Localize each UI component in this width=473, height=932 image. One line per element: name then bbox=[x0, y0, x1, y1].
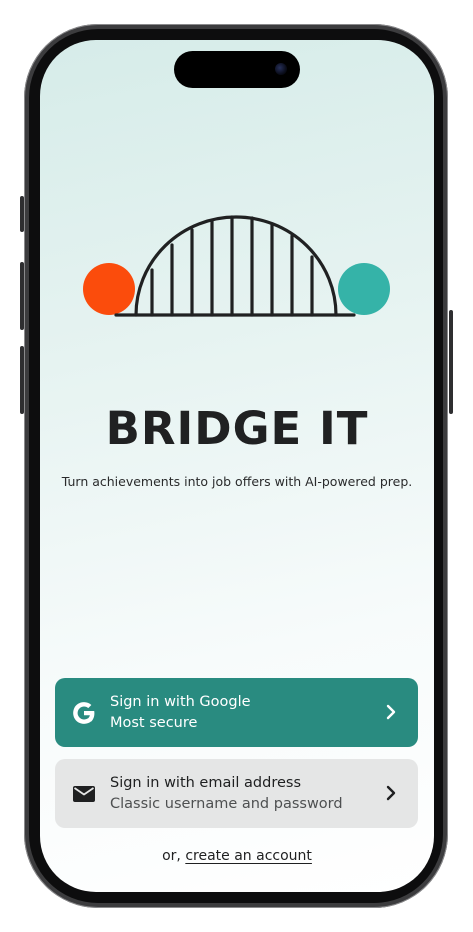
front-camera bbox=[275, 63, 287, 75]
dynamic-island bbox=[174, 51, 300, 88]
power-button bbox=[449, 310, 453, 414]
footer-prefix: or, bbox=[162, 848, 186, 864]
action-button bbox=[20, 196, 24, 232]
google-button-label: Sign in with Google bbox=[110, 694, 251, 710]
app-tagline: Turn achievements into job offers with A… bbox=[61, 474, 413, 489]
email-button-label: Sign in with email address bbox=[110, 775, 301, 791]
create-account-footer: or, create an account bbox=[40, 848, 434, 864]
email-button-sublabel: Classic username and password bbox=[110, 796, 343, 812]
sign-in-email-button[interactable]: Sign in with email address Classic usern… bbox=[55, 759, 418, 828]
email-button-text: Sign in with email address Classic usern… bbox=[110, 773, 343, 815]
volume-up-button bbox=[20, 262, 24, 330]
app-screen: BRIDGE IT Turn achievements into job off… bbox=[40, 40, 434, 892]
create-account-link[interactable]: create an account bbox=[185, 848, 312, 864]
sign-in-google-button[interactable]: Sign in with Google Most secure bbox=[55, 678, 418, 747]
chevron-right-icon bbox=[386, 704, 396, 720]
logo-left-circle bbox=[83, 263, 135, 315]
logo-bridge bbox=[114, 215, 356, 317]
google-button-sublabel: Most secure bbox=[110, 715, 198, 731]
app-title: BRIDGE IT bbox=[105, 402, 369, 455]
google-icon bbox=[73, 702, 95, 724]
chevron-right-icon bbox=[386, 785, 396, 801]
bridge-logo-icon bbox=[83, 215, 390, 317]
volume-down-button bbox=[20, 346, 24, 414]
logo-right-circle bbox=[338, 263, 390, 315]
google-button-text: Sign in with Google Most secure bbox=[110, 692, 251, 734]
mail-icon bbox=[73, 786, 95, 802]
